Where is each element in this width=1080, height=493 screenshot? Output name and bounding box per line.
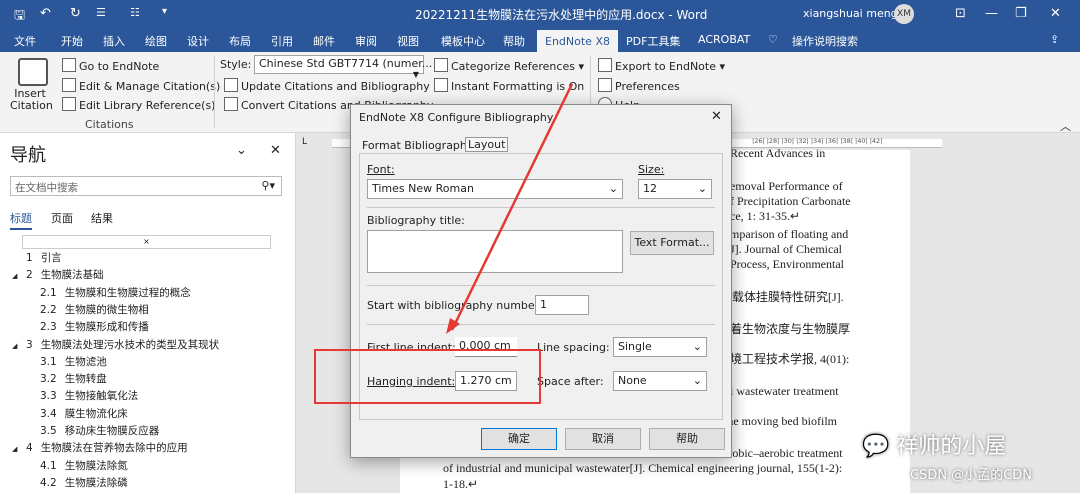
annotation-overlay: [314, 83, 574, 404]
watermark-csdn: CSDN @小孟的CDN: [910, 468, 1033, 483]
watermark-line1: 祥帅的小屋: [896, 434, 1007, 459]
annotation-highlight-box: [314, 349, 541, 404]
annotation-arrow-line: [450, 83, 574, 331]
wechat-icon: 💬: [862, 434, 890, 459]
watermark-title: 💬 祥帅的小屋: [862, 428, 1006, 460]
